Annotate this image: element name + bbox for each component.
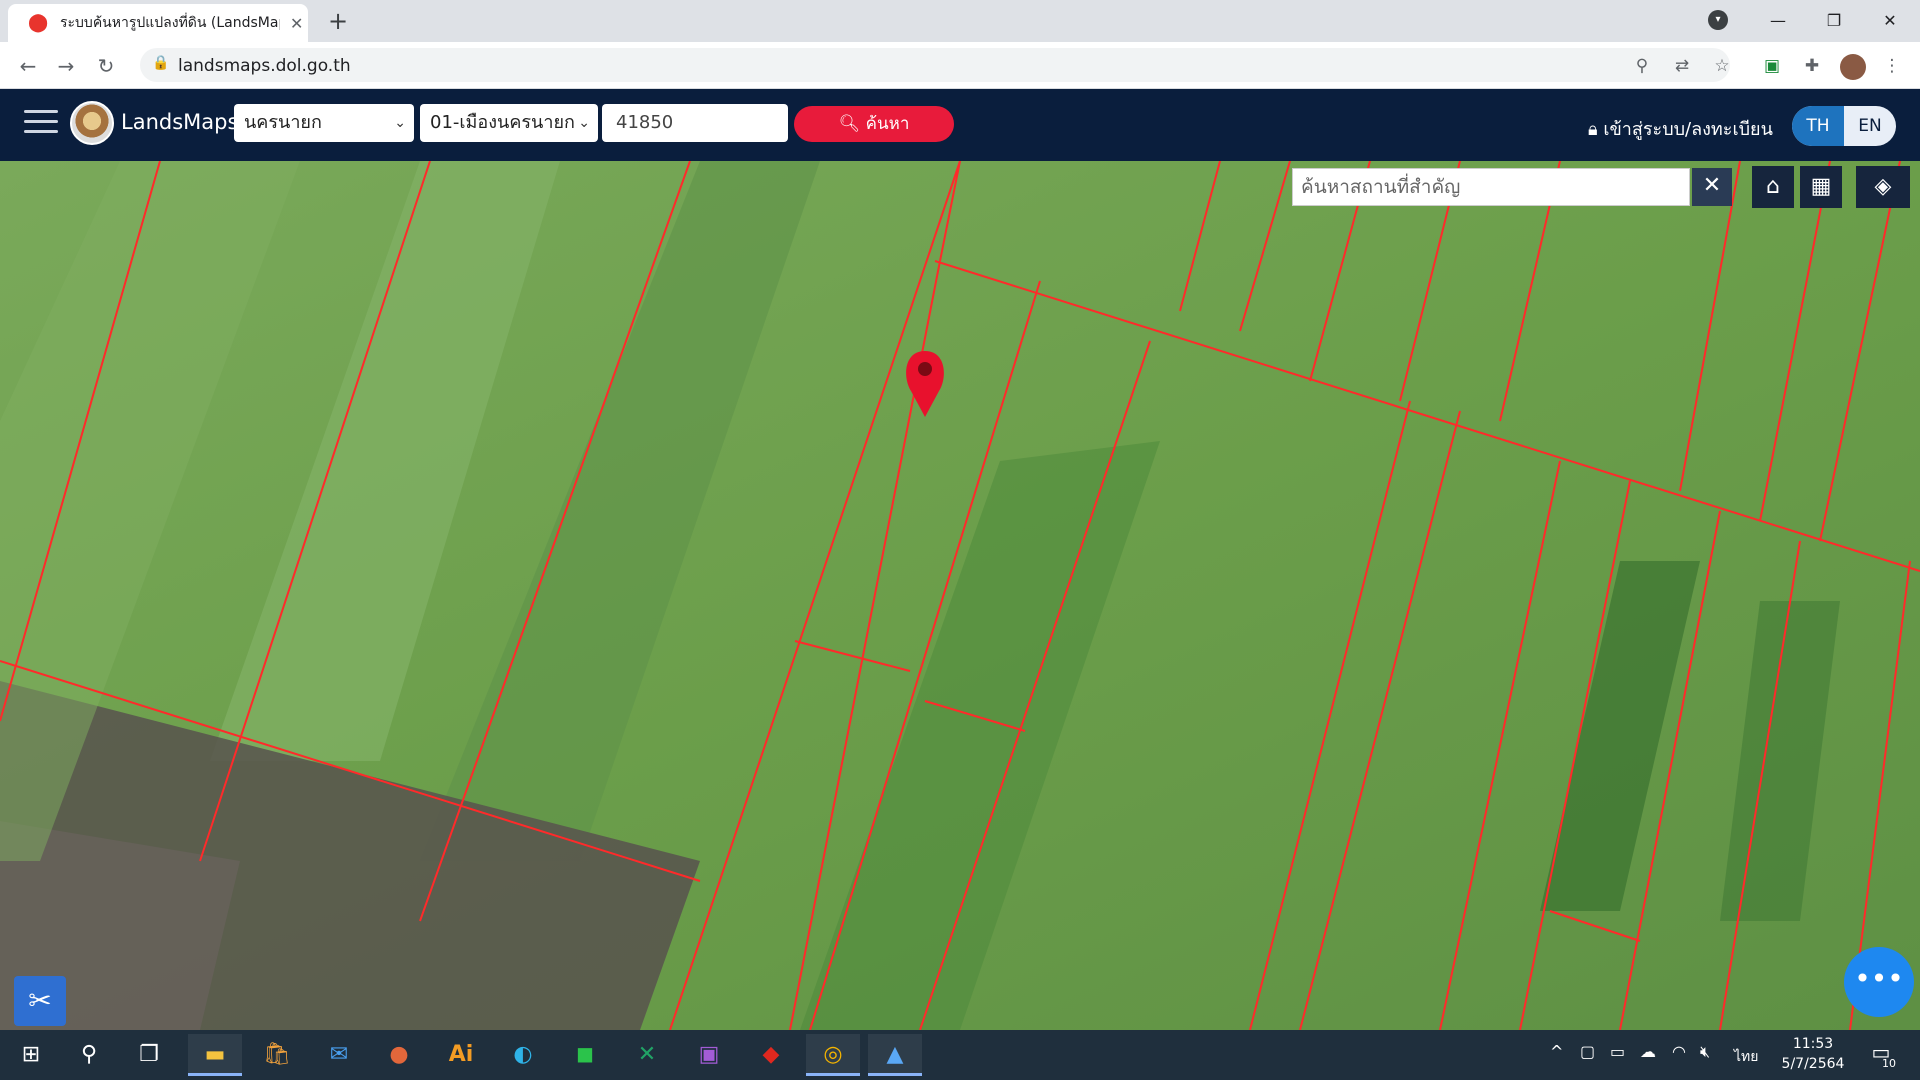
chevron-down-icon: ⌄ — [394, 115, 406, 131]
omnibox[interactable] — [140, 48, 1730, 82]
store-icon[interactable]: 🛍 — [250, 1034, 304, 1076]
measure-tools-icon[interactable]: ✂ — [14, 976, 66, 1026]
language-switch: TH EN — [1792, 106, 1896, 146]
clear-search-icon[interactable]: ✕ — [1692, 168, 1732, 206]
notification-count: 10 — [1882, 1057, 1896, 1070]
lock-icon[interactable]: 🔒 — [152, 55, 169, 71]
brand-name: LandsMaps — [121, 110, 239, 134]
onenote-icon[interactable]: ▣ — [682, 1034, 736, 1076]
map-canvas — [0, 161, 1920, 1030]
system-clock[interactable]: 11:53 5/7/2564 — [1778, 1034, 1848, 1074]
close-tab-icon[interactable]: ✕ — [290, 14, 303, 33]
login-link[interactable]: 🔒︎ เข้าสู่ระบบ/ลงทะเบียน — [1588, 114, 1773, 143]
lang-th-button[interactable]: TH — [1792, 106, 1844, 146]
clock-date: 5/7/2564 — [1781, 1056, 1845, 1072]
powerpoint-icon[interactable]: ● — [372, 1034, 426, 1076]
illustrator-icon[interactable]: Ai — [434, 1034, 488, 1076]
chevron-down-icon: ⌄ — [578, 115, 590, 131]
search-icon: 🔍︎ — [838, 114, 861, 134]
layers-icon[interactable]: ◈ — [1856, 166, 1910, 208]
browser-tab[interactable]: ⬤ ระบบค้นหารูปแปลงที่ดิน (LandsMaps) ✕ — [8, 4, 308, 42]
url-text[interactable]: landsmaps.dol.go.th — [178, 56, 351, 76]
dol-logo — [70, 101, 114, 145]
acrobat-icon[interactable]: ◆ — [744, 1034, 798, 1076]
grid-table-icon[interactable]: ▦ — [1800, 166, 1842, 208]
place-search-input[interactable]: ค้นหาสถานที่สำคัญ — [1292, 168, 1690, 206]
profile-avatar[interactable] — [1840, 54, 1866, 80]
map-pin-favicon-icon: ⬤ — [28, 12, 49, 33]
menu-kebab-icon[interactable]: ⋮ — [1880, 54, 1904, 78]
satellite-map[interactable] — [0, 161, 1920, 1030]
minimize-icon[interactable]: — — [1756, 6, 1800, 36]
device-icon[interactable]: ▢ — [1580, 1042, 1595, 1061]
new-tab-button[interactable]: + — [324, 8, 352, 36]
forward-icon[interactable]: → — [52, 52, 80, 80]
more-options-button[interactable]: ••• — [1844, 947, 1914, 1017]
search-button[interactable]: 🔍︎ ค้นหา — [794, 106, 954, 142]
hamburger-menu-icon[interactable] — [24, 110, 58, 136]
photos-icon[interactable]: ▲ — [868, 1034, 922, 1076]
lang-en-button[interactable]: EN — [1844, 106, 1896, 146]
notification-center-icon[interactable]: 10 ▭ — [1866, 1040, 1896, 1070]
login-label: เข้าสู่ระบบ/ลงทะเบียน — [1603, 119, 1773, 140]
extensions-puzzle-icon[interactable]: ✚ — [1800, 54, 1824, 78]
translate-icon[interactable]: ⇄ — [1670, 54, 1694, 78]
chrome-icon[interactable]: ◎ — [806, 1034, 860, 1076]
edge-icon[interactable]: ◐ — [496, 1034, 550, 1076]
postcode-input[interactable]: 41850 — [602, 104, 788, 142]
back-icon[interactable]: ← — [14, 52, 42, 80]
district-value: 01-เมืองนครนายก — [430, 112, 575, 133]
wifi-icon[interactable]: ◠ — [1672, 1042, 1686, 1061]
search-button-label: ค้นหา — [865, 114, 910, 134]
search-icon[interactable]: ⚲ — [62, 1034, 116, 1076]
location-icon[interactable]: ⚲ — [1630, 54, 1654, 78]
excel-icon[interactable]: ✕ — [620, 1034, 674, 1076]
task-view-icon[interactable]: ❐ — [122, 1034, 176, 1076]
battery-icon[interactable]: ▭ — [1610, 1042, 1625, 1061]
mail-icon[interactable]: ✉ — [312, 1034, 366, 1076]
lock-icon: 🔒︎ — [1588, 119, 1598, 140]
extension-icon[interactable]: ▣ — [1760, 54, 1784, 78]
home-icon[interactable]: ⌂ — [1752, 166, 1794, 208]
onedrive-icon[interactable]: ☁ — [1640, 1042, 1656, 1061]
clock-time: 11:53 — [1792, 1036, 1834, 1052]
volume-muted-icon[interactable]: 🔇︎ — [1700, 1042, 1710, 1062]
start-icon[interactable]: ⊞ — [4, 1034, 58, 1076]
reload-icon[interactable]: ↻ — [92, 52, 120, 80]
file-explorer-icon[interactable]: ▬ — [188, 1034, 242, 1076]
input-language-indicator[interactable]: ไทย — [1734, 1046, 1758, 1068]
tab-search-icon[interactable]: ▾ — [1708, 10, 1728, 30]
district-select[interactable]: 01-เมืองนครนายก ⌄ — [420, 104, 598, 142]
restore-icon[interactable]: ❐ — [1812, 6, 1856, 36]
province-value: นครนายก — [244, 112, 322, 133]
line-icon[interactable]: ◼ — [558, 1034, 612, 1076]
window-close-icon[interactable]: ✕ — [1868, 6, 1912, 36]
tab-title: ระบบค้นหารูปแปลงที่ดิน (LandsMaps) — [60, 15, 280, 31]
province-select[interactable]: นครนายก ⌄ — [234, 104, 414, 142]
bookmark-star-icon[interactable]: ☆ — [1710, 54, 1734, 78]
show-hidden-icons-icon[interactable]: ^ — [1550, 1042, 1563, 1061]
